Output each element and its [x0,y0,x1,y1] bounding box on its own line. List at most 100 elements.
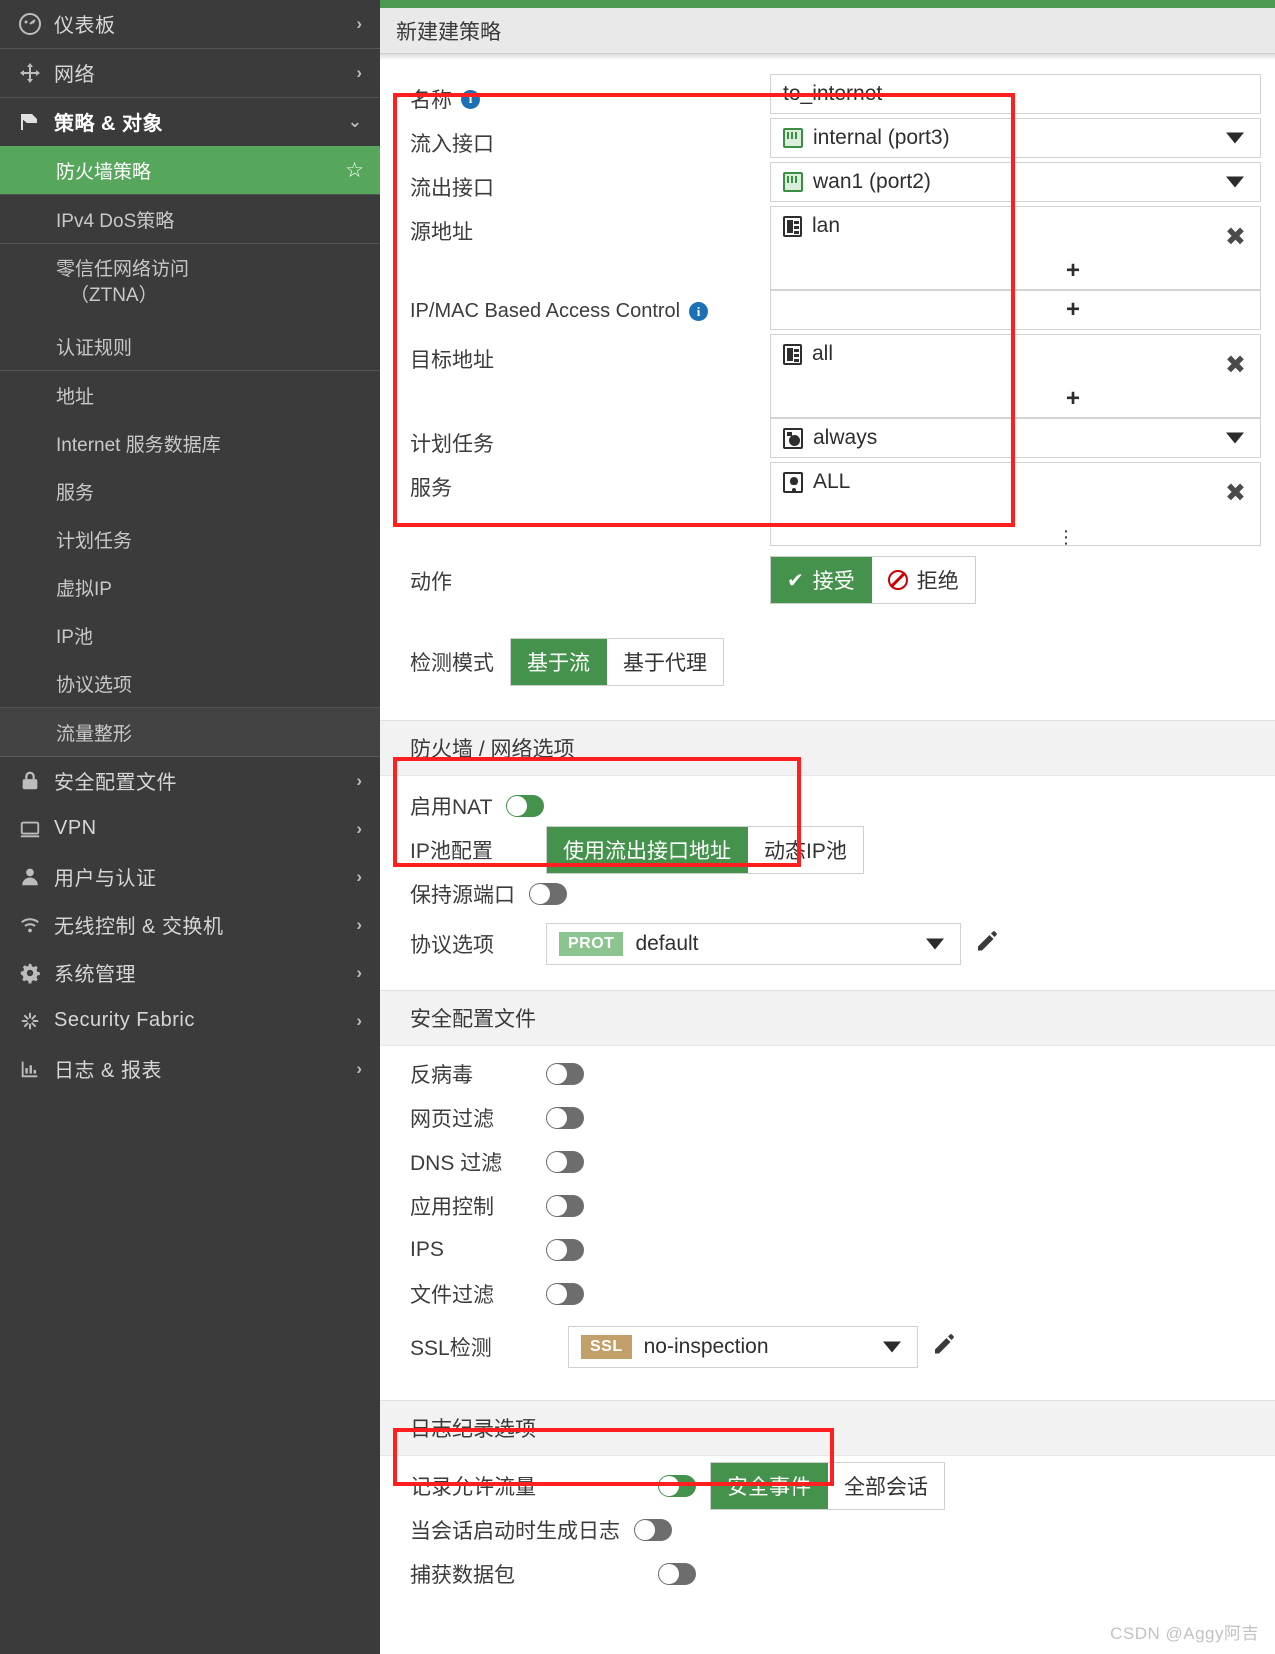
sidebar-item-label: 认证规则 [56,333,132,360]
sidebar-group-security-profiles[interactable]: 安全配置文件 › [0,757,380,805]
field-wrap-name: to_internet [770,74,1275,114]
protocol-options-select[interactable]: PROT default [546,923,961,965]
sidebar-item-protocol-options[interactable]: 协议选项 [0,659,380,707]
sidebar-item-label: 计划任务 [56,526,132,553]
chevron-down-icon[interactable] [1226,177,1244,188]
ips-toggle[interactable] [546,1239,584,1261]
sidebar-group-policy-objects[interactable]: 策略 & 对象 ⌄ [0,98,380,146]
log-all-sessions-button[interactable]: 全部会话 [828,1463,944,1509]
label-text: 名称 [410,84,452,114]
name-input[interactable]: to_internet [770,74,1261,114]
sidebar-item-virtual-ip[interactable]: 虚拟IP [0,563,380,611]
sidebar-item-services[interactable]: 服务 [0,467,380,515]
sidebar: 仪表板 › 网络 › 策略 & 对象 ⌄ 防火墙策略 ☆ IPv4 DoS策略 [0,0,380,1654]
add-ipmac-button[interactable]: + [1066,298,1080,322]
clear-source-button[interactable]: ✖ [1225,225,1246,250]
interface-icon [783,172,803,192]
sidebar-item-internet-service-db[interactable]: Internet 服务数据库 [0,419,380,467]
action-accept-label: 接受 [813,565,855,595]
interface-icon [783,128,803,148]
antivirus-toggle[interactable] [546,1063,584,1085]
edit-ssl-icon[interactable] [932,1332,956,1362]
label-schedule: 计划任务 [410,418,770,458]
dns-filter-toggle[interactable] [546,1151,584,1173]
ipmac-select[interactable]: + [770,290,1261,330]
label-file-filter: 文件过滤 [410,1279,532,1309]
add-source-button[interactable]: + [1066,259,1080,283]
log-opt1-label: 安全事件 [727,1471,811,1501]
chevron-down-icon[interactable] [1226,133,1244,144]
source-address-select[interactable]: lan + ✖ [770,206,1261,290]
chevron-down-icon[interactable] [883,1342,901,1353]
label-ipmac-access-control: IP/MAC Based Access Control i [410,290,770,323]
chevron-right-icon: › [356,64,362,81]
sidebar-item-ip-pools[interactable]: IP池 [0,611,380,659]
inspection-flow-label: 基于流 [527,647,590,677]
sidebar-group-network[interactable]: 网络 › [0,49,380,97]
field-wrap-ipmac: + [770,290,1275,330]
schedule-icon [783,428,803,449]
ippool-dynamic-button[interactable]: 动态IP池 [748,827,863,873]
sidebar-item-firewall-policy[interactable]: 防火墙策略 ☆ [0,146,380,194]
sidebar-item-label-line2: （ZTNA） [56,283,158,309]
preserve-source-port-toggle[interactable] [529,883,567,905]
service-resize-handle[interactable]: ⋮ [1057,532,1075,543]
sidebar-item-label: 地址 [56,382,94,409]
sidebar-group-dashboard[interactable]: 仪表板 › [0,0,380,48]
fabric-icon [16,1009,44,1033]
field-row-log-session-start: 当会话启动时生成日志 [380,1508,1275,1552]
ssl-inspection-select[interactable]: SSL no-inspection [568,1326,918,1368]
clear-destination-button[interactable]: ✖ [1225,353,1246,378]
sidebar-item-ztna[interactable]: 零信任网络访问 （ZTNA） [0,244,380,322]
nat-toggle[interactable] [506,795,544,817]
sidebar-item-auth-rules[interactable]: 认证规则 [0,322,380,370]
sidebar-group-user-auth[interactable]: 用户与认证 › [0,853,380,901]
chevron-down-icon[interactable] [926,939,944,950]
action-accept-button[interactable]: ✔ 接受 [771,557,872,603]
sidebar-item-schedules[interactable]: 计划任务 [0,515,380,563]
add-destination-button[interactable]: + [1066,387,1080,411]
chevron-right-icon: › [356,772,362,789]
ippool-use-outgoing-button[interactable]: 使用流出接口地址 [547,827,748,873]
main-panel: 新建建策略 名称 i to_internet 流入接口 [380,0,1275,1654]
info-icon[interactable]: i [689,302,708,321]
field-row-destination-address: 目标地址 all + ✖ [380,334,1275,418]
edit-protocol-icon[interactable] [975,929,999,959]
log-opt2-label: 全部会话 [844,1471,928,1501]
log-security-events-button[interactable]: 安全事件 [711,1463,828,1509]
destination-address-select[interactable]: all + ✖ [770,334,1261,418]
log-allowed-traffic-toggle[interactable] [658,1475,696,1497]
clear-service-button[interactable]: ✖ [1225,481,1246,506]
label-text: 流入接口 [410,128,494,158]
web-filter-toggle[interactable] [546,1107,584,1129]
sidebar-group-system[interactable]: 系统管理 › [0,949,380,997]
incoming-interface-select[interactable]: internal (port3) [770,118,1261,158]
sidebar-item-ipv4-dos-policy[interactable]: IPv4 DoS策略 [0,195,380,243]
sidebar-group-security-fabric[interactable]: Security Fabric › [0,997,380,1045]
capture-packets-toggle[interactable] [658,1563,696,1585]
label-text: 服务 [410,472,452,502]
label-protocol-options: 协议选项 [410,929,532,959]
service-select[interactable]: ALL ⋮ ✖ [770,462,1261,546]
outgoing-interface-select[interactable]: wan1 (port2) [770,162,1261,202]
action-deny-button[interactable]: 拒绝 [872,557,975,603]
info-icon[interactable]: i [461,90,480,109]
log-session-start-toggle[interactable] [634,1519,672,1541]
sidebar-group-wifi-switch[interactable]: 无线控制 & 交换机 › [0,901,380,949]
ssl-value: no-inspection [644,1335,769,1359]
field-wrap-incoming: internal (port3) [770,118,1275,158]
sidebar-item-addresses[interactable]: 地址 [0,371,380,419]
sidebar-item-traffic-shaping[interactable]: 流量整形 [0,708,380,756]
sidebar-group-log-report[interactable]: 日志 & 报表 › [0,1045,380,1093]
inspection-proxy-button[interactable]: 基于代理 [607,639,723,685]
application-control-toggle[interactable] [546,1195,584,1217]
label-log-allowed-traffic: 记录允许流量 [410,1471,658,1501]
star-icon[interactable]: ☆ [345,158,364,183]
inspection-flow-button[interactable]: 基于流 [511,639,607,685]
file-filter-toggle[interactable] [546,1283,584,1305]
sidebar-group-vpn[interactable]: VPN › [0,805,380,853]
schedule-select[interactable]: always [770,418,1261,458]
chevron-down-icon[interactable] [1226,433,1244,444]
service-chip: ALL [783,470,850,494]
sidebar-item-label: 虚拟IP [56,574,112,601]
